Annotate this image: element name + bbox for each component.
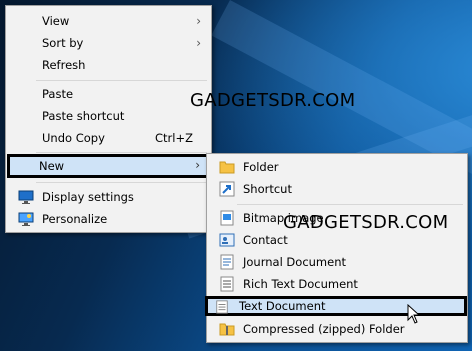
bitmap-image-icon <box>219 210 235 226</box>
menu-item-new[interactable]: New › <box>7 154 209 178</box>
menu-item-label: Compressed (zipped) Folder <box>243 322 405 336</box>
menu-item-label: Shortcut <box>243 182 292 196</box>
menu-item-label: Folder <box>243 160 279 174</box>
desktop-context-menu: View › Sort by › Refresh Paste Paste sho… <box>5 5 212 233</box>
menu-item-shortcut: Ctrl+Z <box>155 131 193 145</box>
submenu-item-folder[interactable]: Folder <box>209 156 465 178</box>
submenu-item-rich-text-document[interactable]: Rich Text Document <box>209 273 465 295</box>
menu-item-label: Rich Text Document <box>243 277 358 291</box>
menu-item-label: Text Document <box>239 299 326 313</box>
submenu-item-compressed-folder[interactable]: Compressed (zipped) Folder <box>209 318 465 340</box>
zip-folder-icon <box>219 321 235 337</box>
watermark-text: GADGETSDR.COM <box>190 90 356 111</box>
shortcut-icon <box>219 181 235 197</box>
chevron-right-icon: › <box>196 36 201 50</box>
menu-item-display-settings[interactable]: Display settings <box>8 186 209 208</box>
menu-separator <box>36 182 207 183</box>
menu-item-undo-copy[interactable]: Undo Copy Ctrl+Z <box>8 127 209 149</box>
personalize-icon <box>18 211 34 227</box>
menu-item-personalize[interactable]: Personalize <box>8 208 209 230</box>
menu-item-label: Journal Document <box>243 255 347 269</box>
rich-text-document-icon <box>219 276 235 292</box>
submenu-item-shortcut[interactable]: Shortcut <box>209 178 465 200</box>
menu-item-label: Paste <box>42 87 74 101</box>
menu-item-paste-shortcut[interactable]: Paste shortcut <box>8 105 209 127</box>
menu-item-view[interactable]: View › <box>8 10 209 32</box>
chevron-right-icon: › <box>195 158 200 172</box>
menu-item-paste[interactable]: Paste <box>8 83 209 105</box>
menu-item-label: New <box>39 159 65 173</box>
menu-item-label: Undo Copy <box>42 131 105 145</box>
menu-item-label: Contact <box>243 233 288 247</box>
submenu-item-journal-document[interactable]: Journal Document <box>209 251 465 273</box>
watermark-text: GADGETSDR.COM <box>283 212 449 233</box>
menu-item-label: Personalize <box>42 212 108 226</box>
menu-item-refresh[interactable]: Refresh <box>8 54 209 76</box>
journal-document-icon <box>219 254 235 270</box>
mouse-cursor-icon <box>407 303 421 324</box>
folder-icon <box>219 159 235 175</box>
menu-item-sort-by[interactable]: Sort by › <box>8 32 209 54</box>
menu-item-label: Display settings <box>42 190 134 204</box>
submenu-item-text-document[interactable]: Text Document <box>205 296 467 316</box>
menu-separator <box>36 152 207 153</box>
menu-item-label: Paste shortcut <box>42 109 125 123</box>
text-document-icon <box>215 300 229 314</box>
chevron-right-icon: › <box>196 14 201 28</box>
menu-item-label: View <box>42 14 70 28</box>
menu-separator <box>237 204 463 205</box>
display-settings-icon <box>18 189 34 205</box>
contact-icon <box>219 232 235 248</box>
menu-item-label: Sort by <box>42 36 84 50</box>
menu-item-label: Refresh <box>42 58 86 72</box>
menu-separator <box>36 80 207 81</box>
